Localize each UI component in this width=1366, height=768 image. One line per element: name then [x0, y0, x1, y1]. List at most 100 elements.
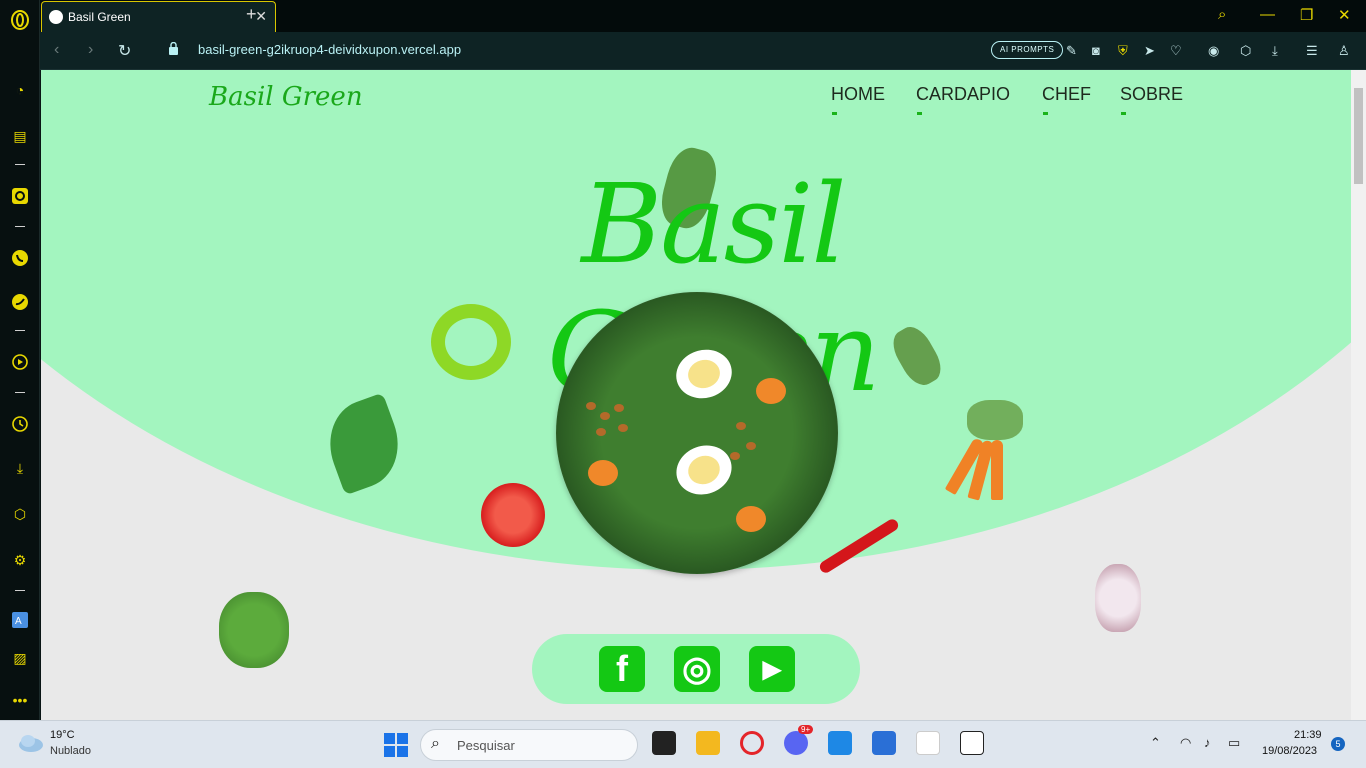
whatsapp-icon[interactable] [10, 248, 30, 268]
profile-icon[interactable]: ♙ [1338, 43, 1350, 59]
bean [614, 404, 624, 412]
egg-image [669, 437, 739, 503]
minimize-button[interactable]: — [1260, 6, 1275, 23]
adblock-shield-icon[interactable]: ⛨ [1118, 43, 1128, 59]
translate-icon[interactable]: A [10, 610, 30, 630]
settings-gear-icon[interactable]: ⚙ [10, 550, 30, 570]
site-logo[interactable]: Basil Green [209, 82, 363, 112]
bean [736, 422, 746, 430]
carrot-image [991, 440, 1003, 500]
globe-icon [49, 10, 63, 24]
egg-image [670, 343, 738, 405]
sidebar-divider [15, 164, 25, 165]
search-placeholder: Pesquisar [457, 738, 515, 753]
workspaces-icon[interactable]: ▤ [10, 126, 30, 146]
history-icon[interactable] [10, 414, 30, 434]
opera-icon[interactable] [740, 731, 764, 755]
reload-button[interactable]: ↻ [118, 41, 131, 61]
youtube-icon[interactable]: ▶ [749, 646, 795, 692]
task-view-icon[interactable] [652, 731, 676, 755]
notification-badge[interactable]: 5 [1331, 737, 1345, 751]
speed-dial-icon[interactable]: ◔ [10, 80, 30, 100]
weather-temp[interactable]: 19°C [50, 729, 75, 741]
carrot-greens-image [967, 400, 1023, 440]
instagram-icon[interactable]: ◎ [674, 646, 720, 692]
extensions-icon[interactable]: ⬡ [10, 504, 30, 524]
heart-icon[interactable]: ♡ [1170, 43, 1182, 59]
snapshot-icon[interactable]: ◙ [1092, 43, 1100, 58]
notepad-icon[interactable] [872, 731, 896, 755]
clock-date[interactable]: 19/08/2023 [1262, 745, 1317, 757]
browser-sidebar: ◔ ▤ ⤓ ⬡ ⚙ A ▨ ••• [0, 0, 40, 720]
restore-button[interactable]: ❐ [1300, 6, 1313, 24]
forward-button[interactable]: › [88, 41, 93, 59]
cloud-weather-icon[interactable] [18, 733, 44, 753]
close-tab-icon[interactable]: ✕ [255, 8, 267, 25]
volume-icon[interactable]: ♪ [1204, 735, 1211, 750]
show-hidden-icons-chevron-icon[interactable]: ⌃ [1150, 735, 1161, 751]
page-scrollbar[interactable] [1351, 70, 1366, 720]
nav-dot [1121, 112, 1126, 115]
bean [618, 424, 628, 432]
weather-desc[interactable]: Nublado [50, 745, 91, 757]
gallery-icon[interactable]: ▨ [10, 648, 30, 668]
bean [730, 452, 740, 460]
windows-start-icon[interactable] [384, 733, 408, 757]
wifi-icon[interactable]: ◠ [1180, 735, 1191, 751]
facebook-icon[interactable]: f [599, 646, 645, 692]
lock-icon [169, 42, 178, 55]
share-icon[interactable]: ✎ [1066, 43, 1077, 59]
tab-basil-green[interactable]: Basil Green ✕ [41, 1, 276, 32]
opera-logo-icon[interactable] [10, 10, 30, 30]
broccoli-image [219, 592, 289, 668]
download-icon[interactable]: ⤓ [1272, 43, 1278, 59]
sidebar-divider [15, 226, 25, 227]
sidebar-divider [15, 392, 25, 393]
easy-setup-icon[interactable]: ☰ [1306, 43, 1318, 59]
nav-dot [917, 112, 922, 115]
tab-title: Basil Green [68, 10, 131, 24]
send-icon[interactable]: ➤ [1144, 43, 1155, 59]
tab-bar: Basil Green ✕ + ⌕ — ❐ ✕ [40, 0, 1366, 32]
nav-cardapio[interactable]: CARDAPIO [916, 84, 1010, 105]
page-viewport: Basil Green HOME CARDAPIO CHEF SOBRE Bas… [41, 70, 1351, 720]
discord-icon[interactable]: 9+ [784, 725, 814, 755]
discord-badge: 9+ [798, 725, 814, 734]
back-button[interactable]: ‹ [54, 41, 59, 59]
snipping-tool-icon[interactable] [916, 731, 940, 755]
chatgpt-icon[interactable] [10, 186, 30, 206]
nav-sobre[interactable]: SOBRE [1120, 84, 1183, 105]
sidebar-divider [15, 590, 25, 591]
scrollbar-thumb[interactable] [1354, 88, 1363, 184]
orange-slice [736, 506, 766, 532]
player-icon[interactable] [10, 352, 30, 372]
new-tab-button[interactable]: + [246, 4, 257, 25]
bean [596, 428, 606, 436]
orange-slice [588, 460, 618, 486]
vpn-icon[interactable]: ◉ [1208, 43, 1219, 59]
close-window-button[interactable]: ✕ [1338, 6, 1351, 24]
twitter-icon[interactable] [10, 292, 30, 312]
clock-time[interactable]: 21:39 [1294, 729, 1322, 741]
battery-icon[interactable]: ▭ [1228, 735, 1240, 751]
search-tabs-icon[interactable]: ⌕ [1218, 6, 1226, 23]
taskbar-search[interactable]: ⌕ Pesquisar [420, 729, 638, 761]
cube-icon[interactable]: ⬡ [1240, 43, 1251, 59]
nav-chef[interactable]: CHEF [1042, 84, 1091, 105]
garlic-image [1095, 564, 1141, 632]
file-explorer-icon[interactable] [696, 731, 720, 755]
nav-home[interactable]: HOME [831, 84, 885, 105]
downloads-icon[interactable]: ⤓ [10, 458, 30, 478]
vscode-icon[interactable] [828, 731, 852, 755]
address-bar: ‹ › ↻ basil-green-g2ikruop4-deividxupon.… [40, 32, 1366, 70]
salad-bowl-image [556, 292, 838, 574]
ai-prompts-button[interactable]: AI PROMPTS [991, 41, 1064, 59]
nav-dot [832, 112, 837, 115]
url-field[interactable]: basil-green-g2ikruop4-deividxupon.vercel… [198, 42, 461, 57]
bean [600, 412, 610, 420]
notion-icon[interactable] [960, 731, 984, 755]
more-options-icon[interactable]: ••• [10, 690, 30, 710]
orange-slice [756, 378, 786, 404]
svg-text:A: A [15, 616, 22, 627]
social-links-bar: f ◎ ▶ [532, 634, 860, 704]
